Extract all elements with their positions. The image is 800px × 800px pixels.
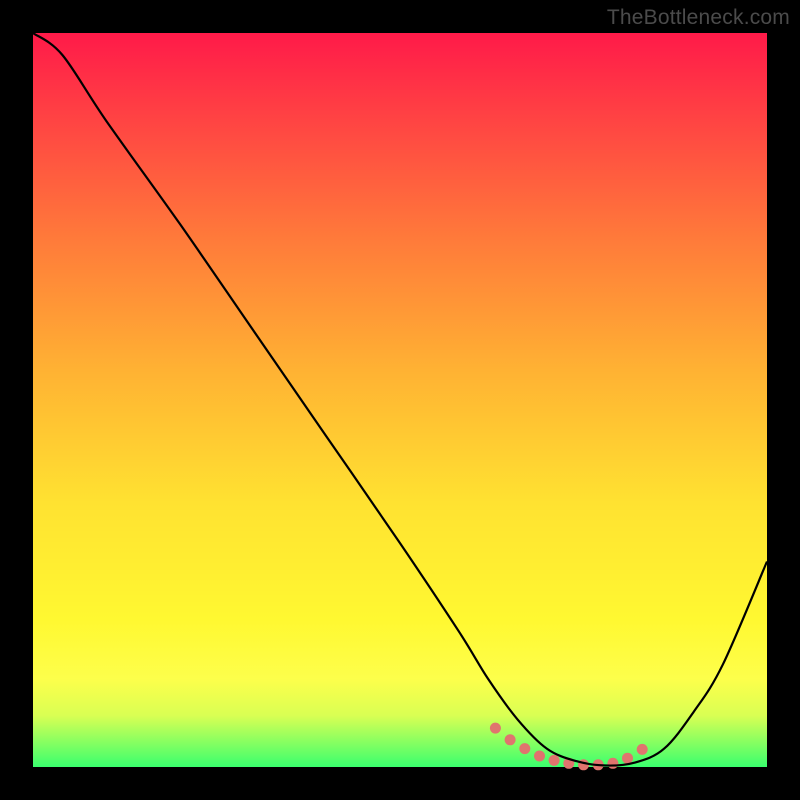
marker-group <box>490 723 648 771</box>
chart-svg <box>33 33 767 767</box>
outer-frame: TheBottleneck.com <box>0 0 800 800</box>
optimal-marker <box>637 744 648 755</box>
optimal-marker <box>505 734 516 745</box>
optimal-marker <box>490 723 501 734</box>
optimal-marker <box>534 751 545 762</box>
optimal-marker <box>622 753 633 764</box>
optimal-marker <box>519 743 530 754</box>
plot-area <box>33 33 767 767</box>
optimal-marker <box>607 758 618 769</box>
bottleneck-curve <box>33 33 767 766</box>
watermark-text: TheBottleneck.com <box>607 6 790 30</box>
optimal-marker <box>549 755 560 766</box>
